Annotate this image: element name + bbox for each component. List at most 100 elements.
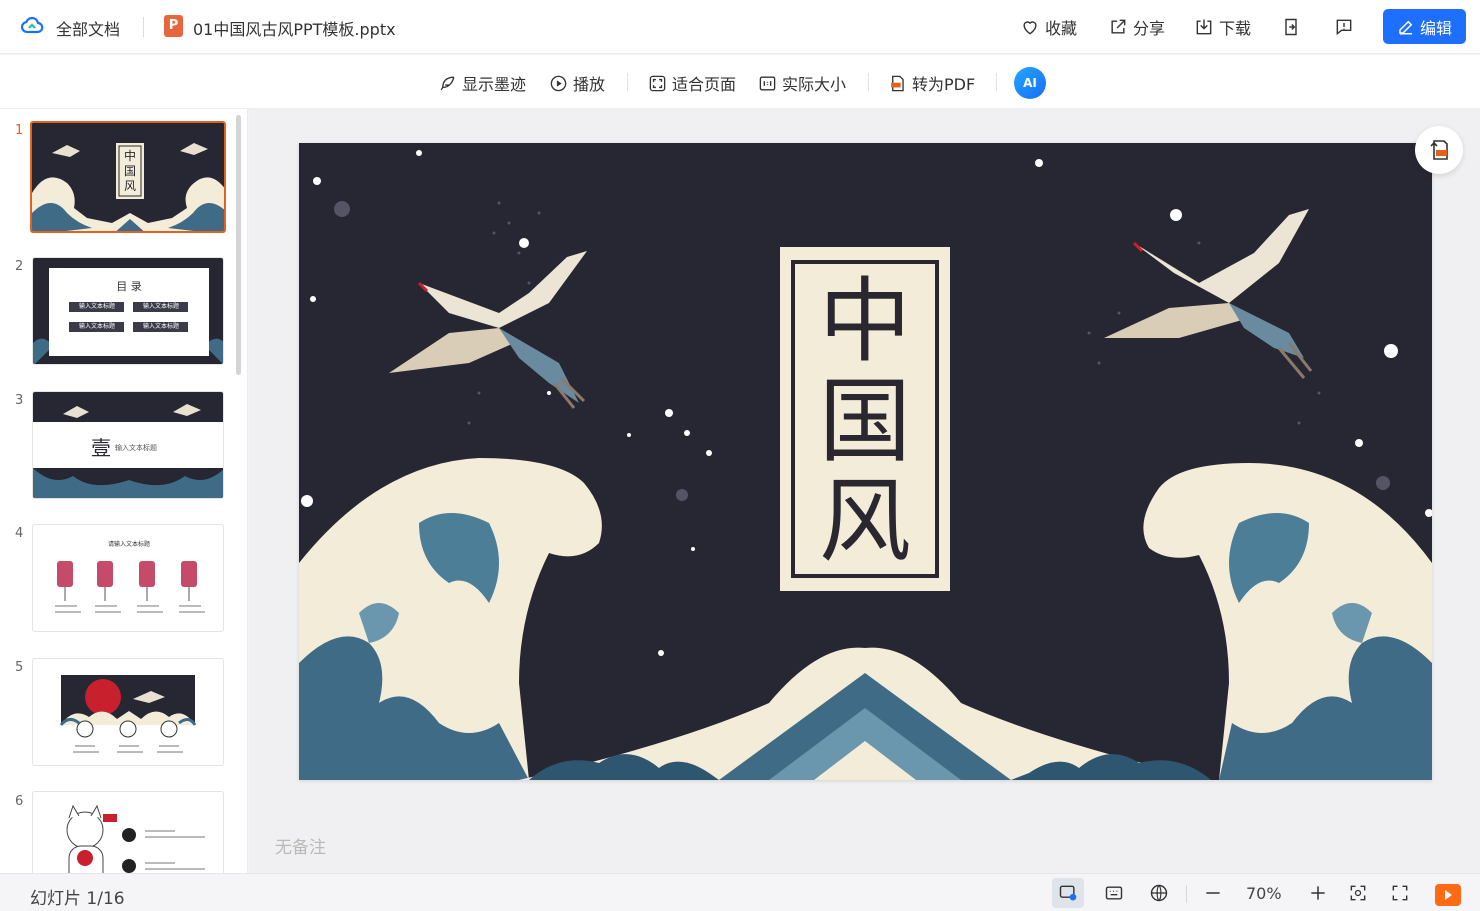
share-icon xyxy=(1111,19,1126,34)
favorite-button[interactable]: 收藏 xyxy=(1020,14,1077,40)
thumb-item: 输入文本标题 xyxy=(69,302,124,312)
cloud-icon[interactable] xyxy=(20,14,44,38)
divider xyxy=(1186,885,1187,903)
slide-stage: 中 国 风 无备注 xyxy=(249,109,1480,873)
convert-pdf-button[interactable]: 转为PDF xyxy=(888,71,975,95)
thumb-item: 输入文本标题 xyxy=(69,322,124,332)
slide-thumbnail-3[interactable]: 壹 输入文本标题 xyxy=(32,391,224,499)
thumbnail-number: 3 xyxy=(15,393,24,408)
current-slide[interactable]: 中 国 风 xyxy=(299,143,1432,780)
thumb-item: 输入文本标题 xyxy=(133,302,188,312)
slide-title-char: 中 xyxy=(818,268,911,375)
view-mode-button[interactable] xyxy=(1052,878,1084,908)
thumbnail-preview xyxy=(66,804,205,873)
globe-icon xyxy=(1150,884,1168,902)
view-toolbar: 显示墨迹 播放 适合页面 实际大小 转为PDF AI xyxy=(0,55,1480,108)
thumb-title-char: 中 xyxy=(123,149,136,163)
play-icon xyxy=(550,75,567,91)
slide-thumbnail-4[interactable]: 请输入文本标题 xyxy=(32,524,224,632)
keyboard-icon xyxy=(1105,886,1123,900)
fit-page-icon xyxy=(649,75,666,91)
thumb-subtitle: 输入文本标题 xyxy=(115,444,157,452)
thumbnail-number: 2 xyxy=(15,259,24,274)
slide-thumbnail-panel: 1 中 国 风 2 目 录 输入文本标题 输入文本标题 输入文本标题 输入文本标… xyxy=(0,109,248,873)
show-ink-label: 显示墨迹 xyxy=(462,75,527,94)
download-label: 下载 xyxy=(1219,19,1252,38)
play-label: 播放 xyxy=(573,75,606,94)
zoom-out-button[interactable] xyxy=(1197,878,1229,908)
zoom-in-button[interactable] xyxy=(1302,878,1334,908)
fullscreen-icon xyxy=(1392,885,1408,901)
divider xyxy=(996,73,997,91)
export-icon xyxy=(1285,18,1297,36)
slide-title-card: 中 国 风 xyxy=(780,247,950,591)
convert-pdf-label: 转为PDF xyxy=(912,75,976,94)
divider xyxy=(627,73,628,91)
thumbnail-preview xyxy=(33,258,223,364)
actual-size-button[interactable]: 实际大小 xyxy=(758,71,846,95)
lantern-illustrations xyxy=(55,561,205,613)
scrollbar[interactable] xyxy=(236,115,241,375)
slide-thumbnail-6[interactable] xyxy=(32,791,224,873)
plus-icon xyxy=(1311,886,1325,900)
slide-thumbnail-5[interactable] xyxy=(32,658,224,766)
language-button[interactable] xyxy=(1143,878,1175,908)
export-button[interactable] xyxy=(1281,14,1301,40)
thumbnail-number: 4 xyxy=(15,526,24,541)
play-icon xyxy=(1445,890,1452,900)
divider xyxy=(143,17,144,37)
slideshow-button[interactable] xyxy=(1435,884,1461,906)
top-bar: 全部文档 P 01中国风古风PPT模板.pptx 收藏 分享 下载 编辑 xyxy=(0,0,1480,54)
thumbnail-preview xyxy=(59,675,197,753)
thumb-item: 输入文本标题 xyxy=(133,322,188,332)
download-button[interactable]: 下载 xyxy=(1194,14,1251,40)
favorite-label: 收藏 xyxy=(1045,19,1078,38)
feather-icon xyxy=(440,75,455,90)
pencil-icon xyxy=(1399,20,1413,34)
all-docs-link[interactable]: 全部文档 xyxy=(56,16,120,40)
fullscreen-button[interactable] xyxy=(1384,878,1416,908)
edit-label: 编辑 xyxy=(1419,18,1452,38)
file-name: 01中国风古风PPT模板.pptx xyxy=(193,20,396,39)
actual-size-label: 实际大小 xyxy=(782,75,847,94)
share-button[interactable]: 分享 xyxy=(1108,14,1165,40)
keyboard-button[interactable] xyxy=(1098,878,1130,908)
thumbnail-number: 6 xyxy=(15,794,24,809)
pdf-convert-icon xyxy=(1430,140,1448,160)
ai-assistant-button[interactable]: AI xyxy=(1014,67,1046,99)
thumb-title-char: 风 xyxy=(123,179,136,193)
speaker-notes[interactable]: 无备注 xyxy=(275,833,326,858)
thumb-title-char: 国 xyxy=(123,164,136,178)
slide-view-icon xyxy=(1059,885,1077,901)
download-icon xyxy=(1196,19,1212,35)
fit-page-button[interactable]: 适合页面 xyxy=(648,71,736,95)
thumbnail-number: 1 xyxy=(15,123,24,138)
edit-button[interactable]: 编辑 xyxy=(1383,9,1466,44)
thumbnail-number: 5 xyxy=(15,660,24,675)
fit-screen-button[interactable] xyxy=(1342,878,1374,908)
thumb-big-char: 壹 xyxy=(91,436,111,460)
pptx-file-icon: P xyxy=(164,15,183,37)
slide-title-char: 国 xyxy=(818,368,911,475)
share-label: 分享 xyxy=(1133,19,1166,38)
show-ink-button[interactable]: 显示墨迹 xyxy=(438,71,526,95)
pdf-icon xyxy=(891,75,904,91)
zoom-level[interactable]: 70% xyxy=(1246,884,1282,903)
feedback-button[interactable] xyxy=(1334,14,1354,40)
heart-icon xyxy=(1023,21,1037,35)
floating-pdf-button[interactable] xyxy=(1415,126,1463,174)
fit-icon xyxy=(1350,885,1366,901)
title-frame: 中 国 风 xyxy=(791,260,939,578)
slide-counter: 幻灯片 1/16 xyxy=(30,889,125,909)
slide-thumbnail-2[interactable]: 目 录 输入文本标题 输入文本标题 输入文本标题 输入文本标题 xyxy=(32,257,224,365)
play-button[interactable]: 播放 xyxy=(549,71,605,95)
slide-title-char: 风 xyxy=(818,468,911,575)
comment-icon xyxy=(1336,19,1352,36)
divider xyxy=(868,73,869,91)
minus-icon xyxy=(1206,892,1220,894)
actual-size-icon xyxy=(759,75,776,91)
fit-page-label: 适合页面 xyxy=(672,75,737,94)
thumb-title: 目 录 xyxy=(116,280,142,293)
slide-thumbnail-1[interactable]: 中 国 风 xyxy=(30,121,226,233)
status-bar: 幻灯片 1/16 70% xyxy=(0,873,1480,911)
